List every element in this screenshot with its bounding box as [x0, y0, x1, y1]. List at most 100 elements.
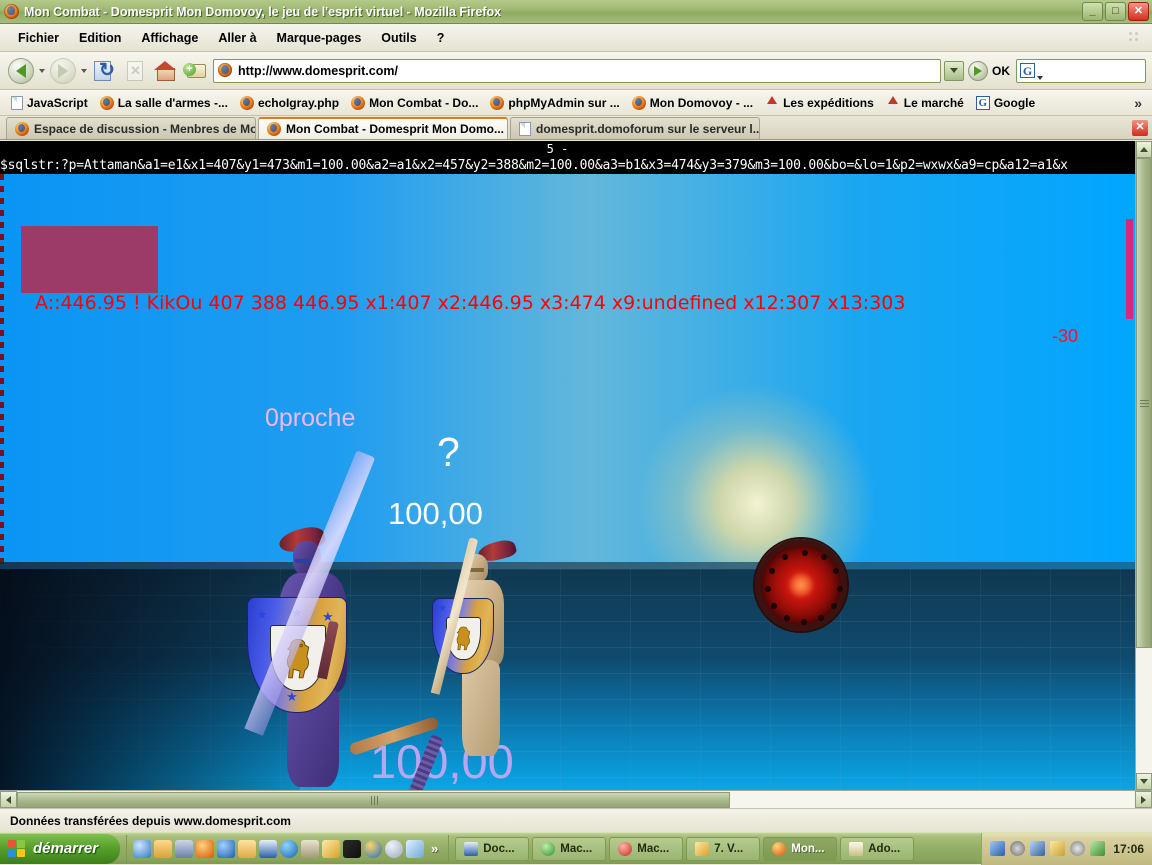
- thunderbird-icon[interactable]: [217, 839, 235, 858]
- macromedia-icon[interactable]: [322, 839, 340, 858]
- start-button[interactable]: démarrer: [0, 833, 120, 864]
- menu-aide[interactable]: ?: [427, 28, 455, 48]
- window-controls: _ □ ✕: [1082, 2, 1152, 21]
- volume-icon[interactable]: [1010, 841, 1026, 856]
- bookmark-le-marche[interactable]: Le marché: [881, 94, 969, 112]
- close-tab-button[interactable]: ✕: [1132, 119, 1148, 136]
- game-scene[interactable]: A::446.95 ! KikOu 407 388 446.95 x1:407 …: [0, 174, 1135, 790]
- bookmark-les-expeditions[interactable]: Les expéditions: [760, 94, 879, 112]
- add-bookmark-button[interactable]: [180, 56, 210, 86]
- notepad-icon: [849, 841, 864, 856]
- task-mac-1[interactable]: Mac...: [532, 836, 607, 861]
- red-round-buckler[interactable]: [755, 539, 847, 631]
- scroll-left-button[interactable]: [0, 791, 17, 808]
- bookmark-mon-combat[interactable]: Mon Combat - Do...: [346, 94, 483, 112]
- taskbar-clock[interactable]: 17:06: [1113, 842, 1144, 856]
- shield-icon[interactable]: [1050, 841, 1066, 856]
- macromedia-red-icon: [618, 841, 633, 856]
- quick-launch-overflow-chevron-icon[interactable]: »: [427, 841, 442, 856]
- task-mac-2[interactable]: Mac...: [609, 836, 684, 861]
- minimize-button[interactable]: _: [1082, 2, 1103, 21]
- shield-star-icon: ★: [256, 607, 268, 622]
- menu-edition[interactable]: Edition: [69, 28, 131, 48]
- folder-icon[interactable]: [154, 839, 172, 858]
- bookmark-label: Mon Domovoy - ...: [649, 95, 754, 110]
- bs-icon[interactable]: [280, 839, 298, 858]
- tab-mon-combat[interactable]: Mon Combat - Domesprit Mon Domo...: [258, 117, 508, 139]
- menu-marque-pages[interactable]: Marque-pages: [267, 28, 372, 48]
- address-bar[interactable]: http://www.domesprit.com/: [213, 58, 941, 83]
- cd-icon[interactable]: [1070, 841, 1086, 856]
- forward-button[interactable]: [48, 56, 78, 86]
- scroll-up-button[interactable]: [1136, 141, 1152, 158]
- bookmarks-overflow-chevron-icon[interactable]: »: [1134, 95, 1152, 111]
- bookmark-javascript[interactable]: JavaScript: [6, 94, 93, 112]
- task-mon-combat[interactable]: Mon...: [763, 836, 838, 861]
- horizontal-scroll-thumb[interactable]: [17, 791, 730, 808]
- stop-button[interactable]: [120, 56, 150, 86]
- google-icon[interactable]: G: [1020, 63, 1035, 78]
- bookmark-la-salle-darmes[interactable]: La salle d'armes -...: [95, 94, 233, 112]
- vertical-scroll-track[interactable]: [1136, 648, 1152, 773]
- address-dropdown-chevron-icon[interactable]: [944, 60, 964, 81]
- tab-strip: Espace de discussion - Menbres de Mo... …: [0, 116, 1152, 140]
- close-button[interactable]: ✕: [1128, 2, 1149, 21]
- bookmark-label: JavaScript: [27, 95, 88, 110]
- winamp-icon[interactable]: [343, 839, 361, 858]
- task-ado[interactable]: Ado...: [840, 836, 915, 861]
- tab-label: Espace de discussion - Menbres de Mo...: [34, 121, 256, 136]
- home-button[interactable]: [150, 56, 180, 86]
- vertical-scroll-thumb[interactable]: [1136, 158, 1152, 648]
- back-button[interactable]: [6, 56, 36, 86]
- reload-button[interactable]: [90, 56, 120, 86]
- windows-logo-icon: [8, 839, 26, 858]
- maroon-panel: [21, 226, 158, 293]
- back-history-chevron-icon[interactable]: [39, 68, 45, 73]
- bookmark-echoigray[interactable]: echoIgray.php: [235, 94, 344, 112]
- tab-espace-de-discussion[interactable]: Espace de discussion - Menbres de Mo...: [6, 117, 256, 139]
- menu-affichage[interactable]: Affichage: [131, 28, 208, 48]
- opera-icon[interactable]: [385, 839, 403, 858]
- task-7v[interactable]: 7. V...: [686, 836, 761, 861]
- task-list: Doc... Mac... Mac... 7. V... Mon... Ado.…: [449, 836, 981, 861]
- firefox-icon[interactable]: [196, 839, 214, 858]
- explorer-icon[interactable]: [238, 839, 256, 858]
- doc-icon: [11, 95, 23, 110]
- url-input[interactable]: http://www.domesprit.com/: [238, 64, 938, 78]
- window-title: Mon Combat - Domesprit Mon Domovoy, le j…: [24, 4, 502, 19]
- menu-outils[interactable]: Outils: [371, 28, 426, 48]
- maximize-button[interactable]: □: [1105, 2, 1126, 21]
- bookmark-label: phpMyAdmin sur ...: [508, 95, 620, 110]
- bookmark-mon-domovoy[interactable]: Mon Domovoy - ...: [627, 94, 758, 112]
- bookmark-phpmyadmin[interactable]: phpMyAdmin sur ...: [485, 94, 624, 112]
- go-button[interactable]: OK: [968, 60, 1010, 81]
- search-engine-chevron-icon[interactable]: [1037, 75, 1043, 80]
- search-bar[interactable]: G: [1016, 58, 1146, 83]
- update-icon[interactable]: [1090, 841, 1106, 856]
- firefox-icon: [99, 95, 114, 110]
- ground-plane: [0, 569, 1135, 790]
- start-label: démarrer: [33, 840, 99, 857]
- enemy-knight-sprite[interactable]: ★ ★: [430, 537, 540, 774]
- realplayer-icon[interactable]: [364, 839, 382, 858]
- ie-icon[interactable]: [133, 839, 151, 858]
- page-vertical-scrollbar[interactable]: [1135, 141, 1152, 790]
- scroll-right-button[interactable]: [1135, 791, 1152, 808]
- menu-fichier[interactable]: Fichier: [8, 28, 69, 48]
- forward-history-chevron-icon[interactable]: [81, 68, 87, 73]
- scroll-down-button[interactable]: [1136, 773, 1152, 790]
- media-icon[interactable]: [175, 839, 193, 858]
- printer-icon[interactable]: [301, 839, 319, 858]
- word-icon[interactable]: [259, 839, 277, 858]
- display-icon[interactable]: [1030, 841, 1046, 856]
- horizontal-scroll-track[interactable]: [730, 791, 1135, 808]
- window-titlebar: Mon Combat - Domesprit Mon Domovoy, le j…: [0, 0, 1152, 24]
- tab-domoforum[interactable]: domesprit.domoforum sur le serveur l...: [510, 117, 760, 139]
- menu-aller-a[interactable]: Aller à: [208, 28, 266, 48]
- network-icon[interactable]: [990, 841, 1006, 856]
- firefox-icon: [239, 95, 254, 110]
- page-horizontal-scrollbar[interactable]: [0, 790, 1152, 808]
- bookmark-google[interactable]: G Google: [971, 94, 1040, 112]
- task-doc[interactable]: Doc...: [455, 836, 530, 861]
- paint-icon[interactable]: [406, 839, 424, 858]
